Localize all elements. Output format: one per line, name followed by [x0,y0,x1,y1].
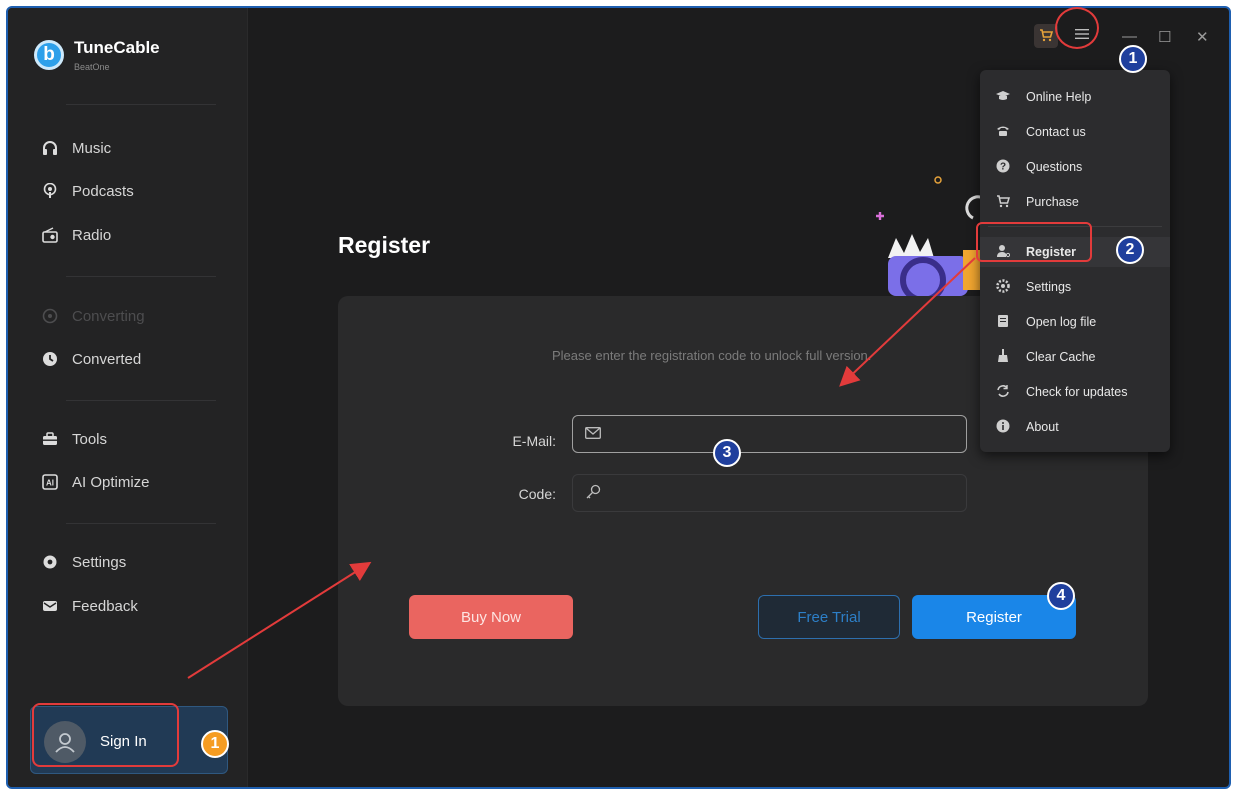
info-icon [996,419,1010,436]
menu-item-label: Open log file [1026,315,1097,329]
sidebar-item-settings[interactable]: Settings [42,551,126,573]
email-input[interactable] [611,426,966,442]
app-subtitle: BeatOne [74,62,110,72]
free-trial-button[interactable]: Free Trial [758,595,900,639]
buy-now-button[interactable]: Buy Now [409,595,573,639]
tunecable-logo-icon: b [34,40,64,70]
sidebar-item-label: Radio [72,226,112,244]
sign-in-highlight [32,703,179,767]
sidebar-item-feedback[interactable]: Feedback [42,595,138,617]
ai-icon: AI [42,474,58,490]
sidebar-item-converting[interactable]: Converting [42,305,145,327]
email-field[interactable] [572,415,967,453]
sidebar-item-label: Tools [72,430,108,448]
menu-item-questions[interactable]: ? Questions [980,152,1170,182]
phone-icon [996,125,1010,140]
menu-item-online-help[interactable]: Online Help [980,82,1170,112]
envelope-icon [585,426,601,442]
mail-icon [42,598,58,614]
sidebar-item-label: Settings [72,553,127,571]
toolbox-icon [42,431,58,447]
divider [66,523,216,524]
sidebar-item-label: AI Optimize [72,473,150,491]
gear-icon [42,554,58,570]
sidebar-item-label: Converting [72,307,145,325]
menu-item-label: Clear Cache [1026,350,1096,364]
page-title: Register [338,232,431,258]
code-field[interactable] [572,474,967,512]
step-badge-4: 4 [1047,582,1075,610]
radio-icon [42,227,58,243]
sidebar-item-label: Feedback [72,597,138,615]
menu-item-label: Online Help [1026,90,1092,104]
email-label: E-Mail: [512,433,556,449]
menu-item-label: Settings [1026,280,1072,294]
code-label: Code: [518,486,556,502]
gear-icon [996,278,1010,296]
menu-item-about[interactable]: About [980,412,1170,442]
register-menu-highlight [976,222,1092,262]
divider [66,276,216,277]
cart-icon [996,194,1011,211]
close-button[interactable]: ✕ [1196,28,1209,46]
sidebar-item-ai-optimize[interactable]: AI AI Optimize [42,471,150,493]
menu-item-label: About [1026,420,1059,434]
menu-item-purchase[interactable]: Purchase [980,187,1170,217]
converting-icon [42,308,58,324]
app-window: b TuneCable BeatOne Music Podcasts Radio [6,6,1231,789]
key-icon [585,484,601,503]
graduation-cap-icon [996,90,1010,105]
code-input[interactable] [611,485,966,501]
menu-item-label: Questions [1026,160,1083,174]
sidebar-item-podcasts[interactable]: Podcasts [42,180,134,202]
registration-hint: Please enter the registration code to un… [552,348,872,363]
menu-item-clear-cache[interactable]: Clear Cache [980,342,1170,372]
sidebar-item-label: Converted [72,350,142,368]
menu-item-label: Check for updates [1026,385,1128,399]
svg-text:?: ? [1000,161,1006,172]
sidebar-item-label: Podcasts [72,182,134,200]
sidebar-item-radio[interactable]: Radio [42,224,111,246]
clock-icon [42,351,58,367]
menu-item-label: Purchase [1026,195,1079,209]
file-icon [996,314,1010,331]
illustration [868,168,988,303]
question-icon: ? [996,159,1010,176]
svg-text:AI: AI [46,479,54,488]
menu-item-open-log-file[interactable]: Open log file [980,307,1170,337]
menu-item-settings[interactable]: Settings [980,272,1170,302]
sidebar-item-label: Music [72,139,112,157]
step-badge-1-signin: 1 [201,730,229,758]
step-badge-3: 3 [713,439,741,467]
minimize-button[interactable]: — [1122,28,1137,45]
sidebar-item-music[interactable]: Music [42,137,111,159]
step-badge-2: 2 [1116,236,1144,264]
sidebar-item-converted[interactable]: Converted [42,348,141,370]
headphones-icon [42,140,58,156]
sidebar: b TuneCable BeatOne Music Podcasts Radio [8,8,248,787]
app-name: TuneCable [74,38,160,57]
menu-item-label: Contact us [1026,125,1086,139]
refresh-icon [996,384,1010,401]
cart-icon [1039,28,1054,45]
brand: b TuneCable BeatOne [34,38,160,72]
divider [66,400,216,401]
maximize-button[interactable]: ☐ [1158,28,1171,46]
step-badge-1: 1 [1119,45,1147,73]
menu-item-check-for-updates[interactable]: Check for updates [980,377,1170,407]
broom-icon [996,348,1010,366]
menu-item-contact-us[interactable]: Contact us [980,117,1170,147]
podcast-icon [42,183,58,199]
divider [66,104,216,105]
menu-button-highlight [1055,7,1099,49]
sidebar-item-tools[interactable]: Tools [42,428,107,450]
